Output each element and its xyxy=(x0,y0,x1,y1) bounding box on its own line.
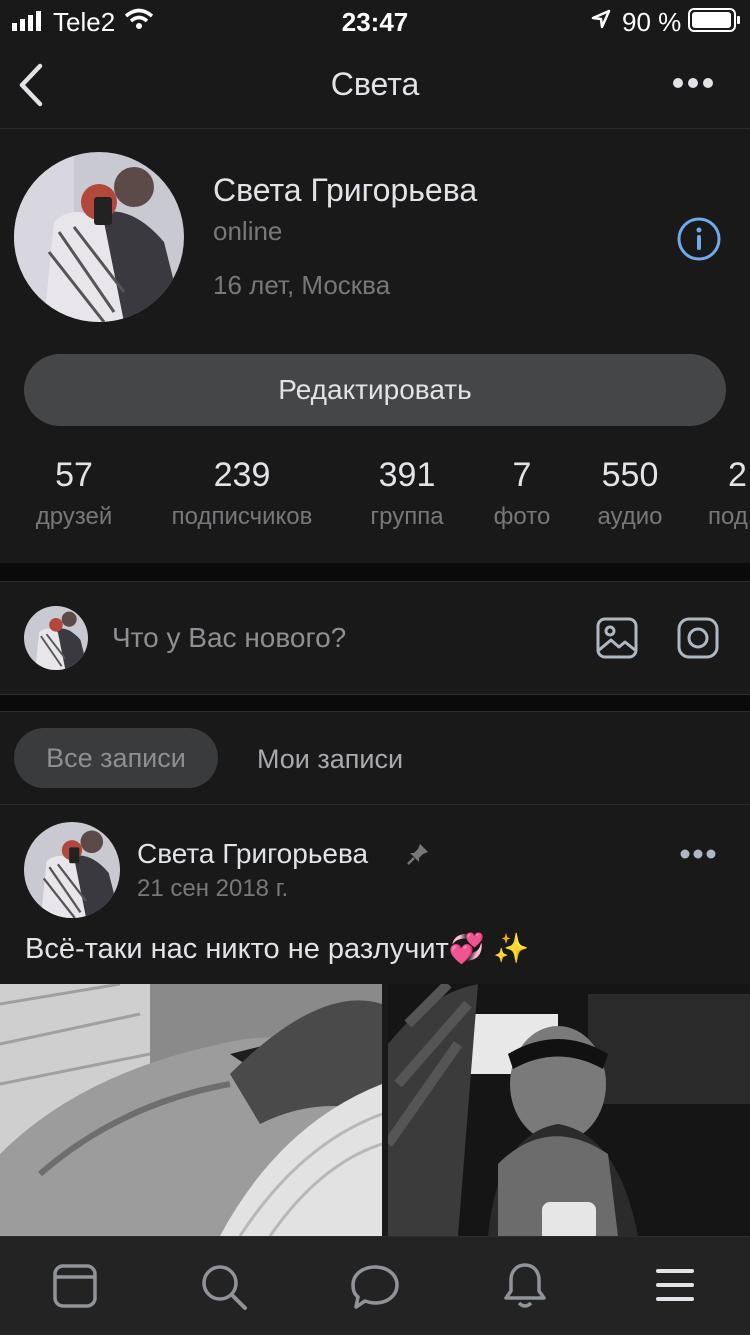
notifications-icon[interactable] xyxy=(502,1261,548,1311)
stat-count: 2 xyxy=(728,456,747,494)
photo-image xyxy=(388,984,750,1236)
feed-icon[interactable] xyxy=(52,1263,98,1309)
info-icon[interactable] xyxy=(676,216,722,262)
pin-icon xyxy=(407,844,428,865)
messages-icon[interactable] xyxy=(350,1263,400,1311)
location-arrow-icon xyxy=(591,9,611,29)
stat-label: аудио xyxy=(597,503,663,530)
avatar-photo xyxy=(14,152,184,322)
photo-image xyxy=(0,984,382,1236)
post-photo[interactable] xyxy=(0,984,382,1236)
image-icon[interactable] xyxy=(595,616,639,660)
online-status: online xyxy=(213,216,283,246)
composer-input[interactable]: Что у Вас нового? xyxy=(112,622,346,654)
avatar-photo xyxy=(24,822,120,918)
battery-percent: 90 % xyxy=(622,7,682,37)
stat-count: 239 xyxy=(213,456,271,494)
profile-info: 16 лет, Москва xyxy=(213,270,391,300)
composer-avatar xyxy=(24,606,88,670)
stat-count: 391 xyxy=(378,456,436,494)
bottom-tab-bar xyxy=(0,1236,750,1335)
stat-groups[interactable]: 391 группа xyxy=(360,456,454,531)
post-author[interactable]: Света Григорьева xyxy=(137,838,368,870)
stat-label: подписчиков xyxy=(171,503,313,530)
camera-icon[interactable] xyxy=(676,616,720,660)
stat-photos[interactable]: 7 фото xyxy=(488,456,556,531)
battery-icon xyxy=(688,8,740,32)
section-separator xyxy=(0,695,750,711)
stat-label: под xyxy=(708,503,748,530)
edit-profile-button[interactable]: Редактировать xyxy=(24,354,726,426)
avatar-photo xyxy=(24,606,88,670)
stat-count: 7 xyxy=(512,456,532,494)
post-date: 21 сен 2018 г. xyxy=(137,875,289,902)
post-avatar[interactable] xyxy=(24,822,120,918)
profile-name: Света Григорьева xyxy=(213,172,478,208)
stat-label: группа xyxy=(370,503,444,530)
post-more-icon[interactable] xyxy=(680,848,716,860)
section-separator xyxy=(0,563,750,581)
stat-subscriptions[interactable]: 2 под xyxy=(706,456,750,531)
tab-all-posts[interactable]: Все записи xyxy=(14,728,218,788)
stat-count: 550 xyxy=(601,456,659,494)
nav-bar: Света xyxy=(0,40,750,129)
profile-avatar[interactable] xyxy=(14,152,184,322)
divider xyxy=(0,711,750,712)
more-icon[interactable] xyxy=(672,76,714,90)
divider xyxy=(0,581,750,582)
stat-label: фото xyxy=(493,503,551,530)
menu-icon[interactable] xyxy=(654,1267,696,1303)
page-title: Света xyxy=(330,66,420,102)
status-bar: Tele2 23:47 90 % xyxy=(0,0,750,40)
stat-label: друзей xyxy=(35,503,113,530)
stat-followers[interactable]: 239 подписчиков xyxy=(158,456,326,531)
search-icon[interactable] xyxy=(200,1263,248,1311)
post-photo[interactable] xyxy=(388,984,750,1236)
stat-count: 57 xyxy=(55,456,93,494)
tab-my-posts[interactable]: Мои записи xyxy=(257,744,403,775)
stat-friends[interactable]: 57 друзей xyxy=(28,456,120,531)
divider xyxy=(0,804,750,805)
post-text: Всё-таки нас никто не разлучит💞 ✨ xyxy=(25,933,530,965)
stat-audio[interactable]: 550 аудио xyxy=(588,456,672,531)
